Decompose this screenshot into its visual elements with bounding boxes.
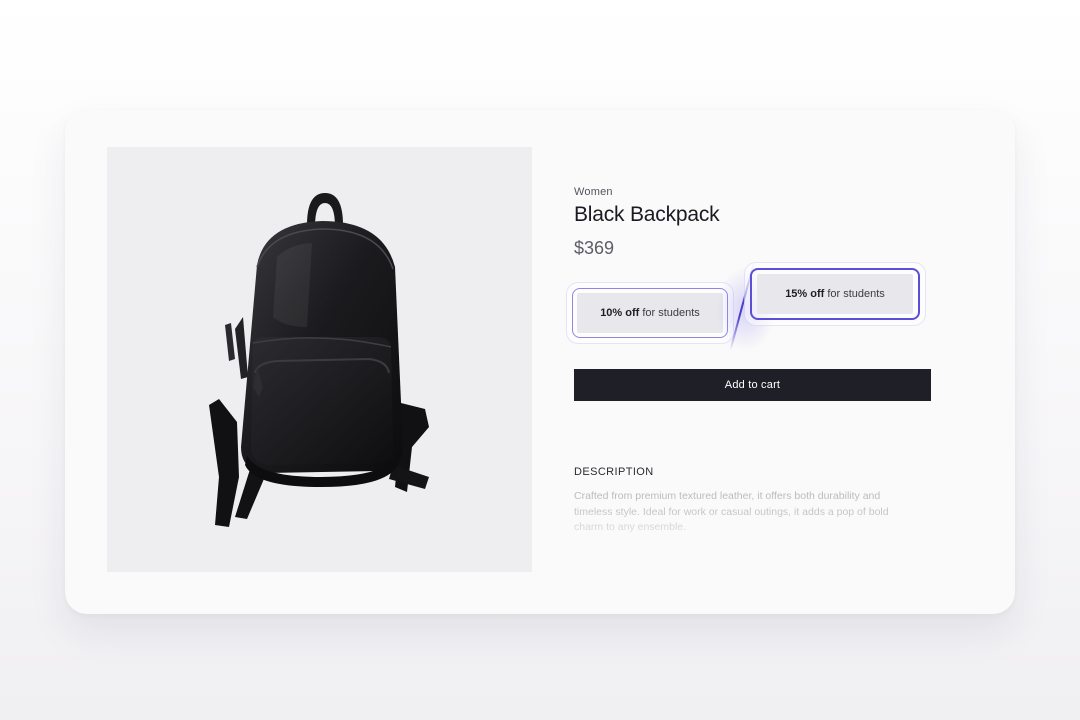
discount-option-label: 10% off for students: [577, 293, 723, 333]
discount-option-student-15[interactable]: 15% off for students: [744, 262, 926, 326]
product-category[interactable]: Women: [574, 186, 613, 198]
discount-option-label: 15% off for students: [757, 274, 913, 314]
description-body: Crafted from premium textured leather, i…: [574, 489, 919, 536]
discount-text: for students: [642, 307, 700, 319]
product-info: Women Black Backpack $369 10% off for st…: [566, 110, 934, 614]
discount-option-student-10[interactable]: 10% off for students: [566, 282, 734, 344]
add-to-cart-button[interactable]: Add to cart: [574, 369, 931, 401]
product-image: [107, 147, 532, 572]
product-card: Women Black Backpack $369 10% off for st…: [65, 110, 1015, 614]
discount-amount: 15% off: [785, 288, 825, 300]
discount-options: 10% off for students 15% off for student…: [566, 262, 934, 352]
description-heading: DESCRIPTION: [574, 466, 654, 478]
discount-text: for students: [827, 288, 885, 300]
product-title: Black Backpack: [574, 203, 720, 226]
discount-amount: 10% off: [600, 307, 640, 319]
product-price: $369: [574, 238, 615, 258]
backpack-image-icon: [209, 193, 429, 527]
